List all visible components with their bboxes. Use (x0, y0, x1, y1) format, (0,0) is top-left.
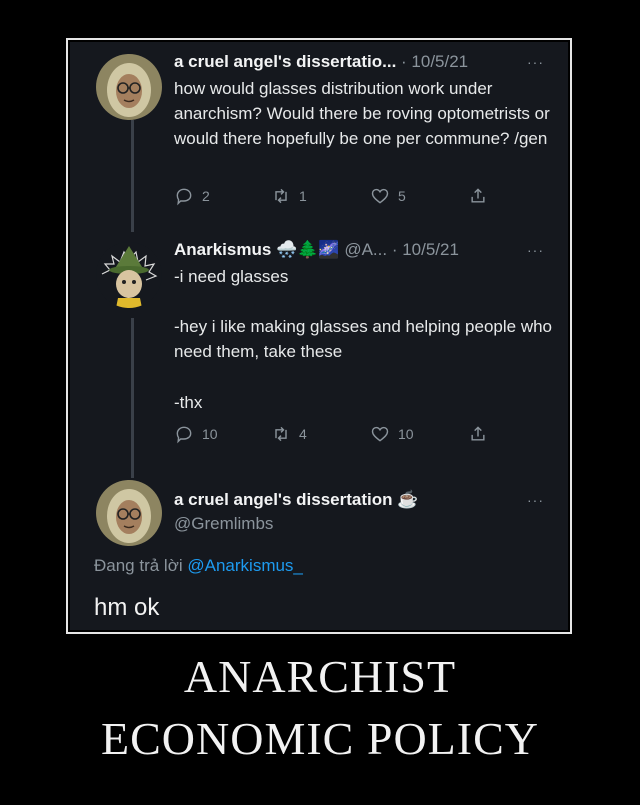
retweet-icon (275, 426, 287, 442)
tweet-date: · 10/5/21 (401, 52, 469, 71)
reply-text[interactable]: hm ok (94, 594, 159, 622)
like-button[interactable]: 5 (370, 186, 406, 206)
handle[interactable]: @A... (344, 240, 387, 259)
display-name[interactable]: a cruel angel's dissertation (174, 490, 393, 509)
avatar-hijab-icon (96, 54, 162, 120)
reply-count: 2 (202, 188, 210, 204)
heart-icon (371, 188, 389, 204)
tweet-text: how would glasses distribution work unde… (174, 79, 550, 148)
handle[interactable]: @Gremlimbs (174, 514, 273, 534)
reply-icon (176, 188, 192, 206)
like-count: 5 (398, 188, 406, 204)
thread-line (131, 120, 134, 232)
share-button[interactable] (468, 424, 488, 444)
retweet-count: 4 (299, 426, 307, 442)
tweet-line: -thx (174, 393, 203, 412)
reply-button[interactable]: 10 (174, 424, 218, 444)
tweet-actions: 10 4 10 (174, 424, 504, 448)
retweet-icon (275, 188, 287, 204)
composer-header: a cruel angel's dissertation ☕ (174, 490, 418, 510)
caption-line-1: ANARCHIST (183, 651, 457, 702)
replying-prefix: Đang trả lời (94, 556, 183, 575)
replying-to: Đang trả lời @Anarkismus_ (94, 556, 303, 576)
caption-line-2: ECONOMIC POLICY (101, 713, 539, 764)
twitter-screenshot: a cruel angel's dissertatio... · 10/5/21… (70, 42, 568, 630)
share-button[interactable] (468, 186, 488, 206)
reply-icon (176, 426, 192, 444)
like-button[interactable]: 10 (370, 424, 414, 444)
more-options-button[interactable]: ··· (527, 242, 544, 258)
more-options-button[interactable]: ··· (527, 54, 544, 70)
tweet-line: -hey i like making glasses and helping p… (174, 317, 553, 361)
name-emoji: 🌨️🌲🌌 (276, 240, 340, 259)
share-icon (471, 426, 485, 441)
reply-count: 10 (202, 426, 218, 442)
tweet-date: · 10/5/21 (391, 240, 459, 259)
avatar[interactable] (96, 54, 162, 120)
avatar-hat-character-icon (96, 242, 162, 308)
share-icon (471, 188, 485, 203)
avatar[interactable] (96, 480, 162, 546)
display-name[interactable]: Anarkismus (174, 240, 271, 259)
display-name[interactable]: a cruel angel's dissertatio... (174, 52, 396, 71)
heart-icon (371, 426, 389, 442)
reply-button[interactable]: 2 (174, 186, 210, 206)
thread-line (131, 318, 134, 478)
tweet-header: a cruel angel's dissertatio... · 10/5/21 (174, 52, 468, 72)
avatar[interactable] (96, 242, 162, 308)
avatar-hijab-icon (96, 480, 162, 546)
replying-to-link[interactable]: @Anarkismus_ (187, 556, 303, 575)
like-count: 10 (398, 426, 414, 442)
tweet-actions: 2 1 5 (174, 186, 504, 210)
retweet-button[interactable]: 4 (271, 424, 307, 444)
retweet-count: 1 (299, 188, 307, 204)
more-options-button[interactable]: ··· (527, 492, 544, 508)
name-emoji: ☕ (397, 490, 419, 509)
tweet-header: Anarkismus 🌨️🌲🌌 @A... · 10/5/21 (174, 240, 459, 260)
tweet-line: -i need glasses (174, 267, 289, 286)
retweet-button[interactable]: 1 (271, 186, 307, 206)
